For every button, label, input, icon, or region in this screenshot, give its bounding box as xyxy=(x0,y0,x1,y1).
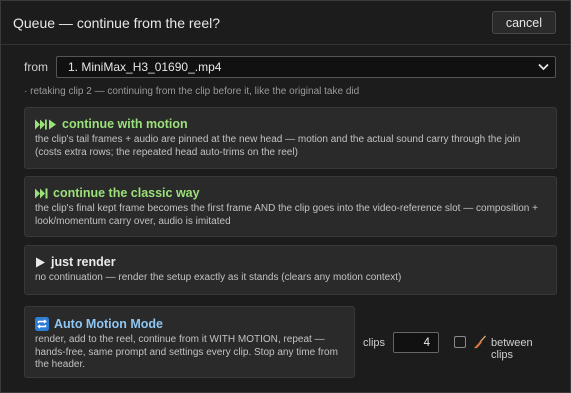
option-title-row: continue with motion xyxy=(35,117,546,131)
auto-motion-row: Auto Motion Mode render, add to the reel… xyxy=(24,306,557,378)
cancel-button[interactable]: cancel xyxy=(491,11,556,34)
from-row: from 1. MiniMax_H3_01690_.mp4 xyxy=(24,56,556,78)
from-label: from xyxy=(24,60,48,74)
broom-icon xyxy=(473,335,487,354)
option-title-row: just render xyxy=(35,255,546,269)
option-title-row: continue the classic way xyxy=(35,186,546,200)
option-continue-with-motion[interactable]: continue with motion the clip's tail fra… xyxy=(24,107,557,169)
option-title: just render xyxy=(51,255,116,269)
dialog-title: Queue — continue from the reel? xyxy=(13,14,221,31)
chevron-down-icon xyxy=(537,61,549,73)
option-title: continue with motion xyxy=(62,117,188,131)
option-description: no continuation — render the setup exact… xyxy=(35,272,402,283)
retake-note: · retaking clip 2 — continuing from the … xyxy=(24,86,360,97)
source-clip-select[interactable]: 1. MiniMax_H3_01690_.mp4 xyxy=(56,56,556,78)
option-description: the clip's tail frames + audio are pinne… xyxy=(35,134,521,158)
play-icon xyxy=(35,257,46,268)
skip-forward-icon xyxy=(35,188,48,199)
between-clips-checkbox[interactable] xyxy=(454,336,466,348)
option-just-render[interactable]: just render no continuation — render the… xyxy=(24,245,557,295)
option-description: the clip's final kept frame becomes the … xyxy=(35,203,538,227)
auto-title: Auto Motion Mode xyxy=(54,317,163,331)
auto-title-row: Auto Motion Mode xyxy=(35,317,344,331)
repeat-icon xyxy=(35,317,49,331)
queue-dialog: Queue — continue from the reel? cancel f… xyxy=(0,0,571,393)
clips-label: clips xyxy=(363,337,386,349)
auto-motion-mode-button[interactable]: Auto Motion Mode render, add to the reel… xyxy=(24,306,355,378)
between-clips-label: between clips xyxy=(491,337,533,361)
dialog-header: Queue — continue from the reel? cancel xyxy=(1,1,570,45)
skip-forward-play-icon xyxy=(35,119,57,130)
source-clip-selected: 1. MiniMax_H3_01690_.mp4 xyxy=(68,60,222,74)
option-title: continue the classic way xyxy=(53,186,200,200)
clips-count-input[interactable]: 4 xyxy=(393,332,439,353)
option-continue-classic[interactable]: continue the classic way the clip's fina… xyxy=(24,176,557,237)
auto-description: render, add to the reel, continue from i… xyxy=(35,334,338,370)
